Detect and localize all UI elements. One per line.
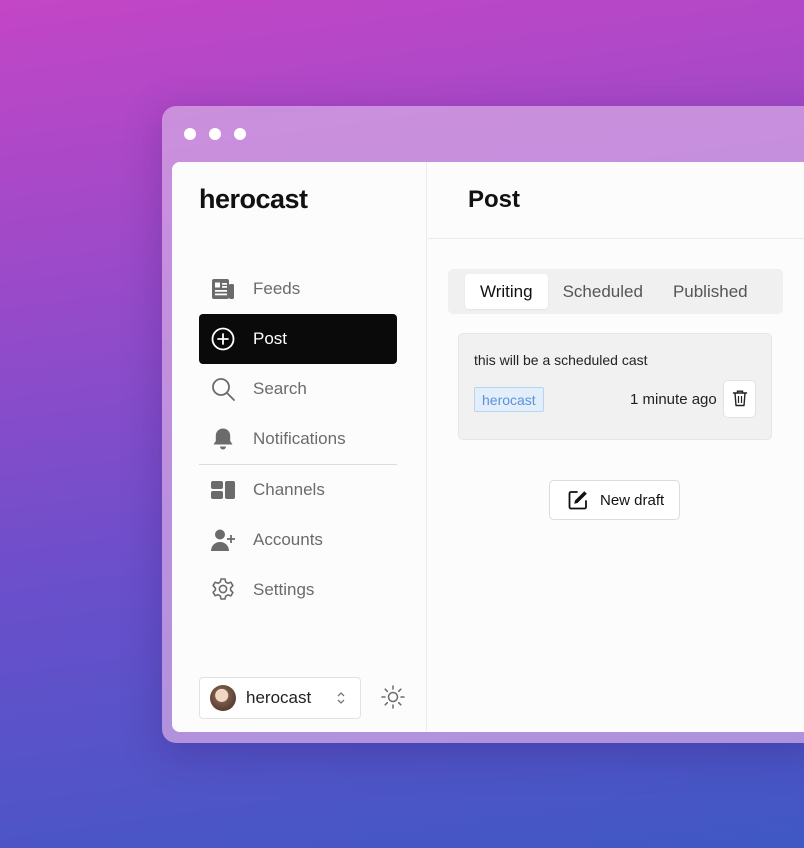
- channel-tag: herocast: [474, 387, 544, 412]
- sidebar-item-label: Post: [253, 329, 288, 348]
- draft-card[interactable]: this will be a scheduled cast herocast 1…: [458, 333, 772, 440]
- sidebar-nav: Feeds Post Search Notifications Channels…: [199, 264, 397, 615]
- sidebar-item-label: Feeds: [253, 279, 301, 298]
- sidebar-item-post[interactable]: Post: [199, 314, 397, 364]
- gear-icon: [210, 577, 236, 603]
- close-window-button[interactable]: [184, 128, 196, 140]
- tab-writing[interactable]: Writing: [465, 274, 548, 309]
- sidebar-item-label: Notifications: [253, 429, 346, 448]
- account-switcher[interactable]: herocast: [199, 677, 361, 719]
- edit-icon: [567, 489, 589, 511]
- sidebar-item-search[interactable]: Search: [199, 364, 397, 414]
- draft-text: this will be a scheduled cast: [474, 352, 648, 368]
- account-name: herocast: [246, 688, 312, 707]
- user-plus-icon: [210, 527, 236, 553]
- channels-icon: [210, 477, 236, 503]
- new-draft-button[interactable]: New draft: [549, 480, 680, 520]
- plus-circle-icon: [210, 326, 236, 352]
- bell-icon: [210, 426, 236, 452]
- delete-draft-button[interactable]: [723, 380, 756, 418]
- newspaper-icon: [210, 276, 236, 302]
- tab-scheduled[interactable]: Scheduled: [548, 274, 658, 309]
- sidebar-item-label: Accounts: [253, 530, 323, 549]
- sidebar-item-label: Channels: [253, 480, 325, 499]
- page-title: Post: [468, 186, 521, 213]
- sidebar-item-accounts[interactable]: Accounts: [199, 515, 397, 565]
- sun-icon[interactable]: [380, 684, 406, 710]
- new-draft-label: New draft: [600, 491, 665, 509]
- sidebar-item-notifications[interactable]: Notifications: [199, 414, 397, 464]
- search-icon: [210, 376, 236, 402]
- trash-icon: [732, 389, 748, 410]
- draft-timestamp: 1 minute ago: [630, 391, 717, 408]
- sidebar-item-feeds[interactable]: Feeds: [199, 264, 397, 314]
- post-tabs: Writing Scheduled Published: [448, 269, 783, 314]
- window-controls: [184, 128, 246, 140]
- app-content: herocast Feeds Post Search Notifications…: [172, 162, 804, 732]
- sidebar-item-settings[interactable]: Settings: [199, 565, 397, 615]
- sidebar-item-label: Settings: [253, 580, 315, 599]
- sidebar: herocast Feeds Post Search Notifications…: [172, 162, 427, 732]
- avatar: [210, 685, 236, 711]
- tab-published[interactable]: Published: [658, 274, 763, 309]
- sidebar-item-label: Search: [253, 379, 307, 398]
- page-header: Post: [428, 162, 804, 239]
- brand-logo[interactable]: herocast: [199, 184, 308, 215]
- maximize-window-button[interactable]: [234, 128, 246, 140]
- minimize-window-button[interactable]: [209, 128, 221, 140]
- main-panel: Post Writing Scheduled Published this wi…: [428, 162, 804, 732]
- sidebar-item-channels[interactable]: Channels: [199, 465, 397, 515]
- chevron-up-down-icon: [336, 690, 346, 711]
